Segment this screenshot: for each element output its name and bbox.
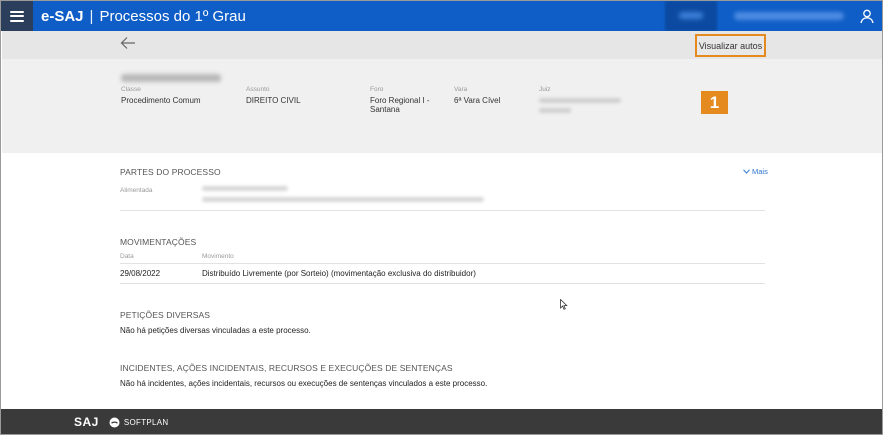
top-bar: e-SAJ | Processos do 1º Grau	[1, 1, 882, 31]
field-judge: Juiz	[539, 86, 551, 93]
incidents-empty-text: Não há incidentes, ações incidentais, re…	[120, 379, 488, 388]
mouse-pointer-icon	[560, 299, 568, 310]
field-subject: Assunto DIREITO CIVIL	[246, 86, 301, 105]
redacted-header-item[interactable]	[665, 1, 717, 31]
redacted-process-number	[121, 74, 221, 82]
module-name: Processos do 1º Grau	[99, 7, 246, 25]
view-case-files-button[interactable]: Visualizar autos	[695, 34, 766, 57]
hamburger-icon	[10, 10, 24, 22]
saj-logo: SAJ	[74, 415, 99, 429]
petitions-section-title: PETIÇÕES DIVERSAS	[120, 310, 211, 320]
step-badge: 1	[701, 91, 728, 114]
footer: SAJ SOFTPLAN	[1, 409, 882, 434]
movements-header-divider	[120, 263, 765, 264]
redacted-party-details	[202, 197, 484, 202]
redacted-judge-name	[539, 98, 621, 103]
movement-date: 29/08/2022	[120, 269, 161, 278]
menu-button[interactable]	[1, 1, 33, 31]
movements-col-date: Data	[120, 253, 134, 260]
movements-divider	[120, 283, 765, 284]
app-window: e-SAJ | Processos do 1º Grau Visualizar …	[0, 0, 883, 435]
process-header-panel: Visualizar autos 1 Classe Procedimento C…	[2, 31, 882, 176]
parties-divider	[120, 210, 765, 211]
softplan-icon	[109, 417, 120, 427]
movements-section-title: MOVIMENTAÇÕES	[120, 237, 197, 247]
redacted-user-name[interactable]	[734, 12, 844, 20]
chevron-down-icon	[743, 169, 750, 174]
redacted-party-name	[202, 186, 288, 191]
party-role-label: Alimentada	[120, 187, 153, 194]
incidents-section-title: INCIDENTES, AÇÕES INCIDENTAIS, RECURSOS …	[120, 363, 453, 373]
movement-description[interactable]: Distribuído Livremente (por Sorteio) (mo…	[202, 269, 476, 278]
parties-section-title: PARTES DO PROCESSO	[120, 167, 221, 177]
more-details-link[interactable]: Mais	[743, 167, 768, 176]
petitions-empty-text: Não há petições diversas vinculadas a es…	[120, 326, 311, 335]
brand-separator: |	[89, 7, 94, 25]
app-name: e-SAJ	[41, 7, 84, 25]
back-arrow-icon[interactable]	[120, 36, 136, 50]
brand[interactable]: e-SAJ | Processos do 1º Grau	[41, 8, 246, 25]
redacted-judge-name-2	[539, 108, 571, 113]
field-court: Vara 6ª Vara Cível	[454, 86, 501, 105]
softplan-logo: SOFTPLAN	[109, 417, 169, 428]
field-forum: Foro Foro Regional I - Santana	[370, 86, 430, 114]
field-class: Classe Procedimento Comum	[121, 86, 201, 105]
movements-col-movement: Movimento	[202, 253, 234, 260]
user-icon[interactable]	[859, 8, 875, 24]
